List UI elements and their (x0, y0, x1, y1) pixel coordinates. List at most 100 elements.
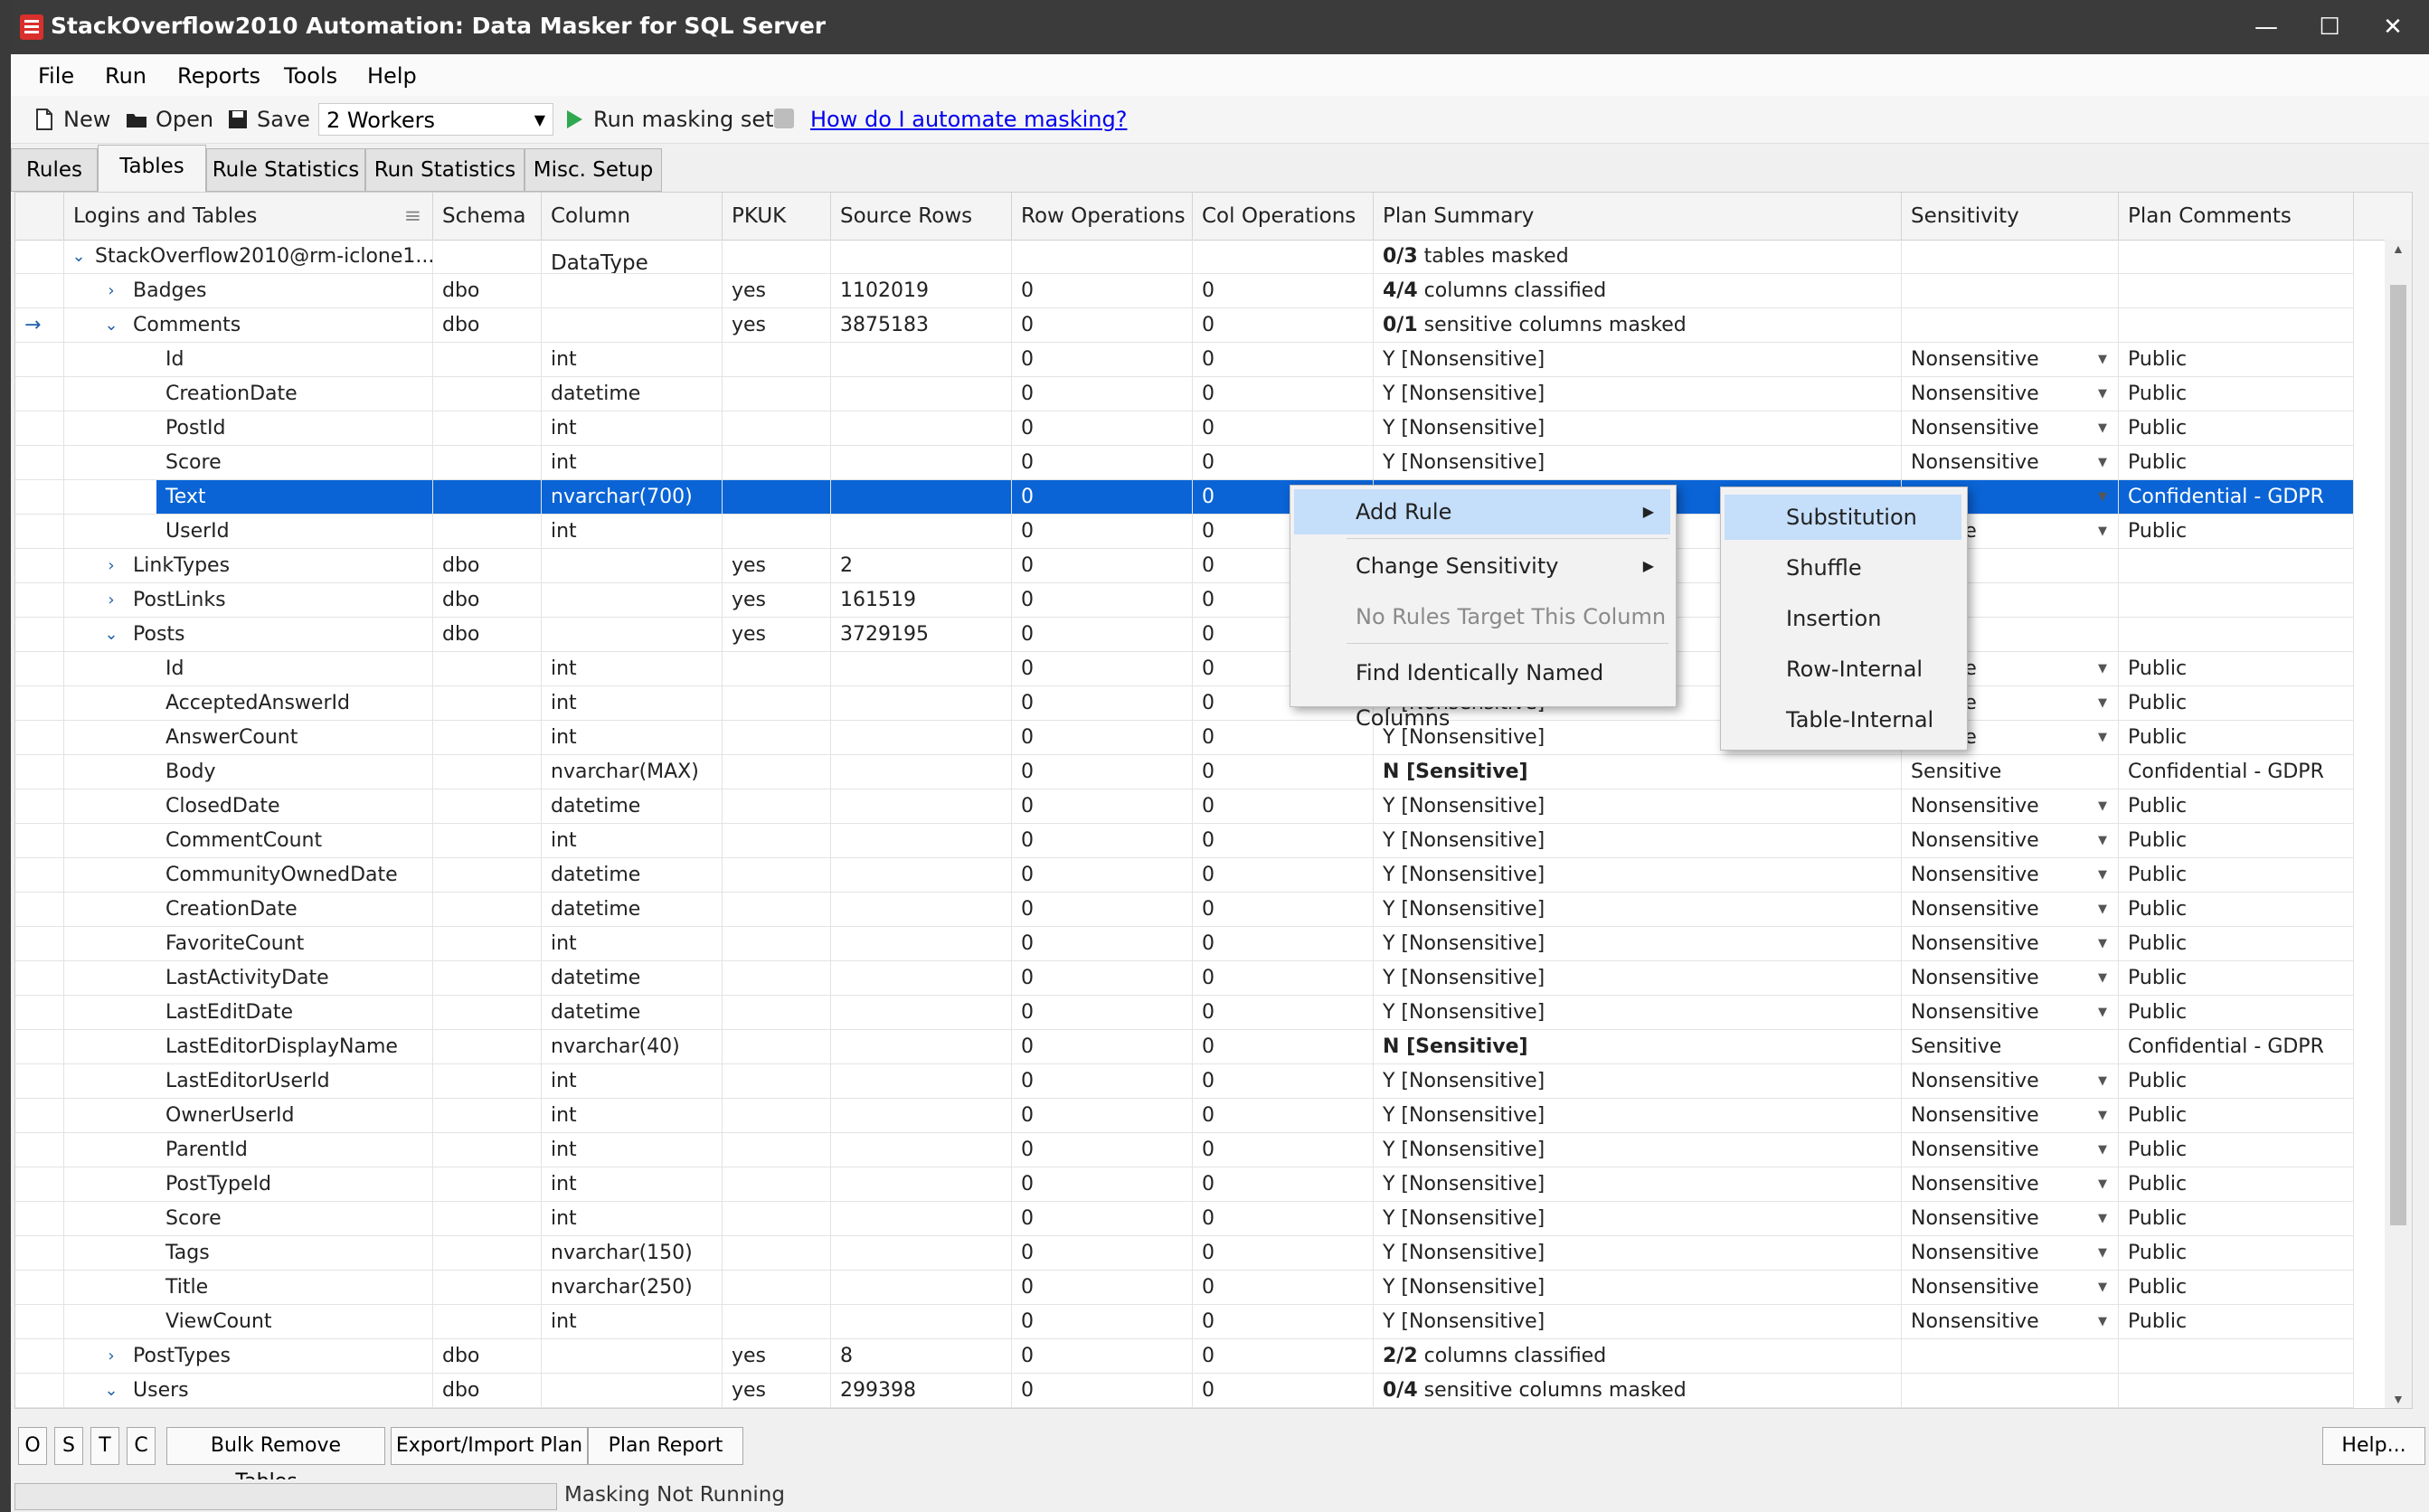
scroll-up-icon[interactable]: ▲ (2392, 241, 2405, 256)
table-row[interactable]: Body nvarchar(MAX) 0 0 N [Sensitive] Sensitiv… (15, 755, 2385, 789)
table-row[interactable]: CommunityOwnedDate datetime 0 0 Y [Nonsensit… (15, 858, 2385, 893)
cell-sens[interactable]: Nonsensitive ▼ (1902, 893, 2119, 927)
table-row[interactable]: › PostTypes dbo yes 8 0 0 2/2 columns classifie… (15, 1339, 2385, 1374)
chevron-down-icon[interactable]: ▼ (2098, 858, 2107, 892)
insertion-menu-item[interactable]: Insertion (1725, 596, 1961, 641)
menu-help[interactable]: Help (367, 63, 417, 89)
bulk-remove-tables-button[interactable]: Bulk Remove Tables... (166, 1427, 385, 1493)
table-row[interactable]: ⌄ Posts dbo yes 3729195 0 0 (15, 618, 2385, 652)
cell-sens[interactable]: Nonsensitive ▼ (1902, 411, 2119, 446)
collapse-icon[interactable]: ⌄ (102, 626, 120, 644)
shuffle-menu-item[interactable]: Shuffle (1725, 545, 1961, 591)
menu-file[interactable]: File (38, 63, 74, 89)
chevron-down-icon[interactable]: ▼ (2098, 446, 2107, 479)
table-row[interactable]: ClosedDate datetime 0 0 Y [Nonsensitive] Nons… (15, 789, 2385, 824)
cell-sens[interactable]: Nonsensitive ▼ (1902, 1305, 2119, 1339)
table-row[interactable]: ⌄ StackOverflow2010@rm-iclone1... 0/3 tabl… (15, 240, 2385, 274)
table-row[interactable]: LastActivityDate datetime 0 0 Y [Nonsensitiv… (15, 961, 2385, 996)
chevron-down-icon[interactable]: ▼ (2098, 1064, 2107, 1098)
save-button[interactable]: Save (226, 107, 310, 132)
table-row[interactable]: Id int 0 0 Y [Nonsensitive] Nonsensitive ▼ Publ… (15, 343, 2385, 377)
table-row[interactable]: › LinkTypes dbo yes 2 0 0 (15, 549, 2385, 583)
cell-sens[interactable]: Nonsensitive ▼ (1902, 1099, 2119, 1133)
collapse-icon[interactable]: ⌄ (102, 1382, 120, 1400)
chevron-down-icon[interactable]: ▼ (2098, 377, 2107, 411)
table-row[interactable]: ViewCount int 0 0 Y [Nonsensitive] Nonsensiti… (15, 1305, 2385, 1339)
cell-sens[interactable]: Nonsensitive ▼ (1902, 1236, 2119, 1271)
cell-sens[interactable]: Nonsensitive ▼ (1902, 789, 2119, 824)
table-row[interactable]: Textnvarchar(700)00itive▼Confidential - … (15, 480, 2385, 515)
add-rule-menu-item[interactable]: Add Rule ▶ (1294, 489, 1670, 534)
table-row[interactable]: PostId int 0 0 Y [Nonsensitive] Nonsensitive ▼… (15, 411, 2385, 446)
chevron-down-icon[interactable]: ▼ (2098, 893, 2107, 926)
cell-sens[interactable]: Nonsensitive ▼ (1902, 927, 2119, 961)
cell-sens[interactable]: Nonsensitive ▼ (1902, 996, 2119, 1030)
chevron-down-icon[interactable]: ▼ (2098, 1236, 2107, 1270)
t-button[interactable]: T (90, 1427, 119, 1465)
close-icon[interactable]: ✕ (2366, 7, 2420, 47)
cell-sens[interactable]: Nonsensitive ▼ (1902, 1167, 2119, 1202)
chevron-down-icon[interactable]: ▼ (2098, 343, 2107, 376)
cell-sens[interactable]: Nonsensitive ▼ (1902, 1133, 2119, 1167)
stop-button[interactable] (772, 107, 803, 130)
menu-reports[interactable]: Reports (177, 63, 260, 89)
workers-select[interactable]: 2 Workers ▼ (318, 103, 553, 136)
chevron-down-icon[interactable]: ▼ (2098, 996, 2107, 1029)
o-button[interactable]: O (18, 1427, 47, 1465)
table-row[interactable]: → ⌄ Comments dbo yes 3875183 0 0 0/1 sensitive c… (15, 308, 2385, 343)
table-row[interactable]: › Badges dbo yes 1102019 0 0 4/4 columns classi… (15, 274, 2385, 308)
header-col-operations[interactable]: Col Operations (1193, 193, 1374, 240)
table-row[interactable]: Score int 0 0 Y [Nonsensitive] Nonsensitive ▼ P… (15, 1202, 2385, 1236)
cell-sens[interactable]: Nonsensitive ▼ (1902, 446, 2119, 480)
chevron-down-icon[interactable]: ▼ (2098, 686, 2107, 720)
s-button[interactable]: S (54, 1427, 83, 1465)
row-internal-menu-item[interactable]: Row-Internal (1725, 647, 1961, 692)
chevron-down-icon[interactable]: ▼ (2098, 961, 2107, 995)
table-row[interactable]: PostTypeId int 0 0 Y [Nonsensitive] Nonsensit… (15, 1167, 2385, 1202)
cell-sens[interactable]: Nonsensitive ▼ (1902, 1064, 2119, 1099)
tab-misc-setup[interactable]: Misc. Setup (525, 148, 662, 192)
chevron-down-icon[interactable]: ▼ (2098, 927, 2107, 960)
help-button[interactable]: Help... (2322, 1427, 2425, 1465)
table-row[interactable]: UserIdint00nsitive▼Public (15, 515, 2385, 549)
cell-sens[interactable]: Sensitive (1902, 755, 2119, 789)
chevron-down-icon[interactable]: ▼ (2098, 1167, 2107, 1201)
header-row-operations[interactable]: Row Operations (1012, 193, 1193, 240)
cell-sens[interactable]: Sensitive (1902, 1030, 2119, 1064)
table-row[interactable]: LastEditorDisplayName nvarchar(40) 0 0 N [Se… (15, 1030, 2385, 1064)
table-row[interactable]: Tags nvarchar(150) 0 0 Y [Nonsensitive] Nonse… (15, 1236, 2385, 1271)
collapse-icon[interactable]: ⌄ (70, 248, 88, 266)
table-row[interactable]: LastEditDate datetime 0 0 Y [Nonsensitive] No… (15, 996, 2385, 1030)
header-sensitivity[interactable]: Sensitivity (1902, 193, 2119, 240)
change-sensitivity-menu-item[interactable]: Change Sensitivity ▶ (1294, 543, 1670, 589)
collapse-icon[interactable]: ⌄ (102, 317, 120, 335)
header-logins-and-tables[interactable]: Logins and Tables ≡ (64, 193, 433, 240)
maximize-icon[interactable]: ☐ (2302, 7, 2357, 47)
cell-sens[interactable]: Nonsensitive ▼ (1902, 1271, 2119, 1305)
table-row[interactable]: CreationDate datetime 0 0 Y [Nonsensitive] No… (15, 893, 2385, 927)
cell-sens[interactable]: Nonsensitive ▼ (1902, 824, 2119, 858)
expand-icon[interactable]: › (102, 282, 120, 300)
plan-report-button[interactable]: Plan Report (588, 1427, 743, 1465)
cell-sens[interactable]: Nonsensitive ▼ (1902, 961, 2119, 996)
chevron-down-icon[interactable]: ▼ (2098, 411, 2107, 445)
run-masking-set-button[interactable]: Run masking set (562, 107, 774, 132)
table-row[interactable]: ⌄ Users dbo yes 299398 0 0 0/4 sensitive column… (15, 1374, 2385, 1408)
expand-icon[interactable]: › (102, 1347, 120, 1366)
c-button[interactable]: C (127, 1427, 156, 1465)
table-row[interactable]: › PostLinks dbo yes 161519 0 0 (15, 583, 2385, 618)
expand-icon[interactable]: › (102, 591, 120, 610)
header-plan-comments[interactable]: Plan Comments (2119, 193, 2354, 240)
table-row[interactable]: ParentId int 0 0 Y [Nonsensitive] Nonsensitiv… (15, 1133, 2385, 1167)
tab-rule-statistics[interactable]: Rule Statistics (206, 148, 365, 192)
vertical-scrollbar[interactable]: ▲ ▼ (2385, 240, 2412, 1408)
tab-tables[interactable]: Tables (98, 145, 206, 192)
chevron-down-icon[interactable]: ▼ (2098, 515, 2107, 548)
chevron-down-icon[interactable]: ▼ (2098, 1271, 2107, 1304)
chevron-down-icon[interactable]: ▼ (2098, 824, 2107, 857)
cell-sens[interactable]: Nonsensitive ▼ (1902, 377, 2119, 411)
minimize-icon[interactable]: — (2239, 7, 2293, 47)
table-row[interactable]: Title nvarchar(250) 0 0 Y [Nonsensitive] Nons… (15, 1271, 2385, 1305)
header-column-datatype[interactable]: Column DataType (542, 193, 723, 275)
table-row[interactable]: Idint00nsitive▼Public (15, 652, 2385, 686)
